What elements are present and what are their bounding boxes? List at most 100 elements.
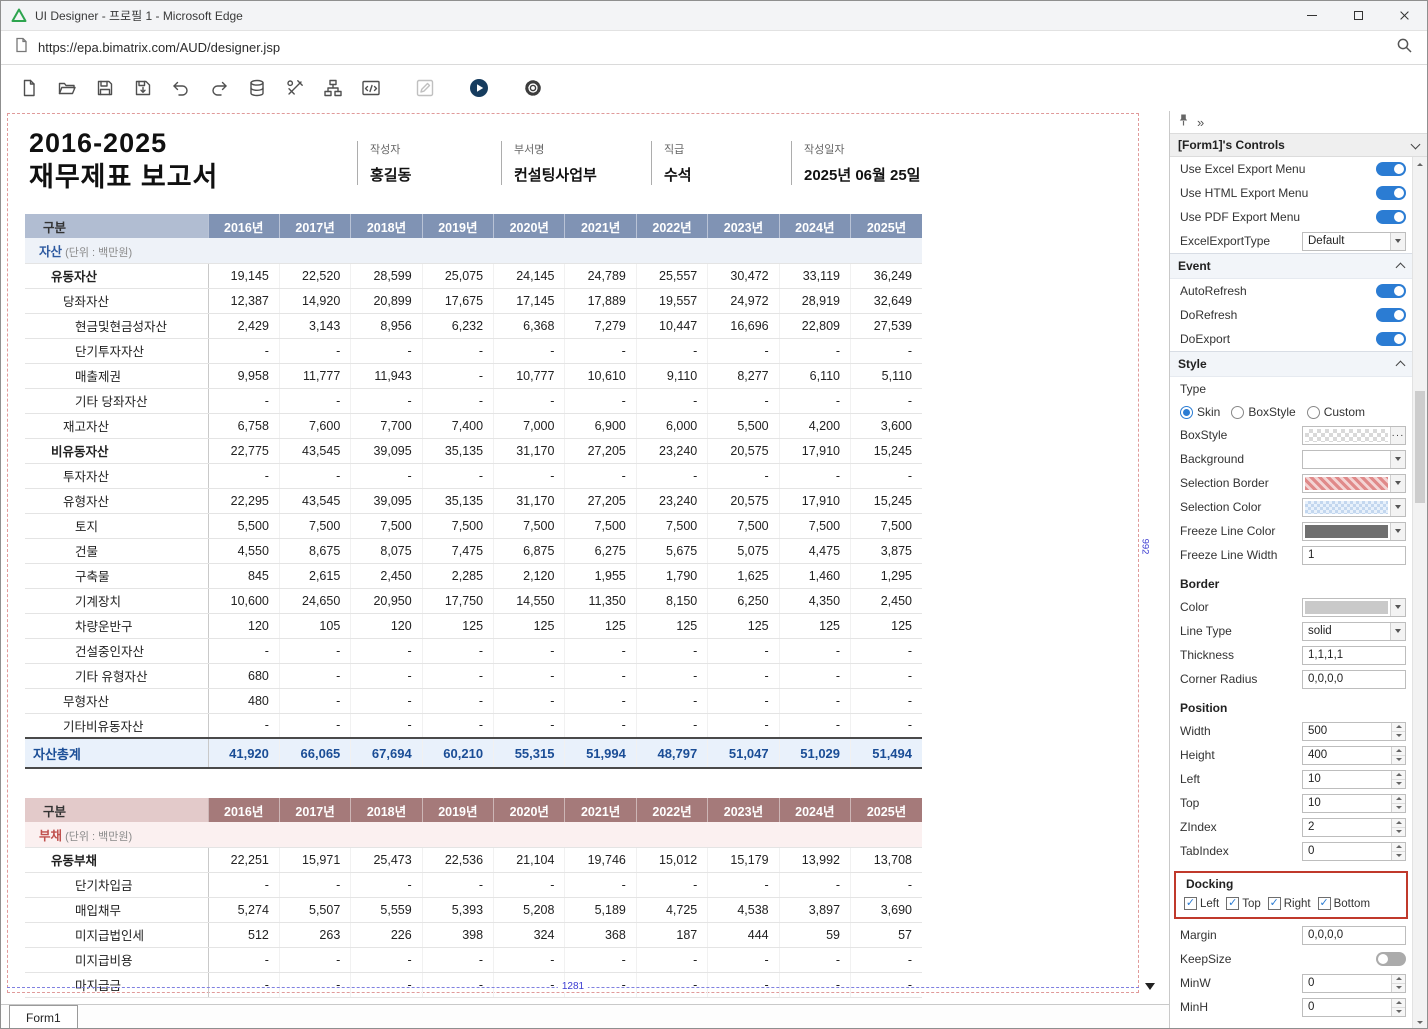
width-spin-up-button[interactable] — [1392, 723, 1405, 732]
asset-table[interactable]: 구분2016년2017년2018년2019년2020년2021년2022년202… — [25, 214, 922, 769]
tabindex-spin-down-button[interactable] — [1392, 852, 1405, 860]
undo-button[interactable] — [169, 76, 193, 100]
selection-color-color-picker[interactable] — [1302, 498, 1406, 517]
new-file-button[interactable] — [17, 76, 41, 100]
cell-value: 43,545 — [279, 438, 350, 463]
left-spin-down-button[interactable] — [1392, 780, 1405, 788]
edit-button[interactable] — [413, 76, 437, 100]
maximize-button[interactable] — [1335, 1, 1381, 30]
cell-value: 125 — [565, 613, 636, 638]
zindex-spinner[interactable]: 2 — [1302, 818, 1406, 837]
use-pdf-export-menu-toggle[interactable] — [1376, 210, 1406, 224]
boxstyle-style-picker[interactable]: ··· — [1302, 426, 1406, 445]
background-color-picker[interactable] — [1302, 450, 1406, 469]
custom-radio[interactable]: Custom — [1307, 405, 1365, 419]
controls-header[interactable]: [Form1]'s Controls — [1170, 133, 1427, 157]
tab-form1[interactable]: Form1 — [9, 1005, 78, 1029]
use-excel-export-menu-toggle[interactable] — [1376, 162, 1406, 176]
boxstyle-more-button[interactable]: ··· — [1390, 427, 1405, 444]
height-spinner[interactable]: 400 — [1302, 746, 1406, 765]
minimize-button[interactable] — [1289, 1, 1335, 30]
zindex-spin-down-button[interactable] — [1392, 828, 1405, 836]
code-editor-button[interactable] — [359, 76, 383, 100]
save-button[interactable] — [93, 76, 117, 100]
tabindex-spinner[interactable]: 0 — [1302, 842, 1406, 861]
minw-spin-up-button[interactable] — [1392, 975, 1405, 984]
run-button[interactable] — [467, 76, 491, 100]
autorefresh-toggle[interactable] — [1376, 284, 1406, 298]
selection-border-dropdown-button[interactable] — [1390, 475, 1405, 492]
top-spin-up-button[interactable] — [1392, 795, 1405, 804]
scroll-up-button[interactable] — [1413, 157, 1427, 172]
minw-spinner[interactable]: 0 — [1302, 974, 1406, 993]
height-spin-down-button[interactable] — [1392, 756, 1405, 764]
section-header-event[interactable]: Event — [1170, 253, 1412, 279]
freeze-line-color-color-picker[interactable] — [1302, 522, 1406, 541]
tabindex-spin-up-button[interactable] — [1392, 843, 1405, 852]
top-spin-down-button[interactable] — [1392, 804, 1405, 812]
tools-button[interactable] — [283, 76, 307, 100]
minh-spin-up-button[interactable] — [1392, 999, 1405, 1008]
corner-radius-input[interactable]: 0,0,0,0 — [1302, 670, 1406, 689]
collapse-panel-icon[interactable]: » — [1197, 115, 1204, 130]
keepsize-toggle[interactable] — [1376, 952, 1406, 966]
line-type-dropdown-button[interactable] — [1390, 623, 1405, 640]
use-html-export-menu-toggle[interactable] — [1376, 186, 1406, 200]
skin-radio[interactable]: Skin — [1180, 405, 1220, 419]
freeze-line-color-dropdown-button[interactable] — [1390, 523, 1405, 540]
width-spinner[interactable]: 500 — [1302, 722, 1406, 741]
minh-spinner[interactable]: 0 — [1302, 998, 1406, 1017]
thickness-input[interactable]: 1,1,1,1 — [1302, 646, 1406, 665]
search-icon[interactable] — [1396, 37, 1413, 59]
save-as-button[interactable] — [131, 76, 155, 100]
url-text[interactable]: https://epa.bimatrix.com/AUD/designer.js… — [38, 40, 1386, 55]
cell-value: 3,143 — [279, 313, 350, 338]
scroll-thumb[interactable] — [1415, 391, 1425, 503]
open-folder-button[interactable] — [55, 76, 79, 100]
margin-input[interactable]: 0,0,0,0 — [1302, 926, 1406, 945]
minh-spin-down-button[interactable] — [1392, 1008, 1405, 1016]
excelexporttype-select[interactable]: Default — [1302, 232, 1406, 251]
data-layers-button[interactable] — [245, 76, 269, 100]
chevron-up-icon — [1396, 263, 1406, 273]
settings-button[interactable] — [521, 76, 545, 100]
line-type-select[interactable]: solid — [1302, 622, 1406, 641]
color-dropdown-button[interactable] — [1390, 599, 1405, 616]
cell-value: 32,649 — [851, 288, 922, 313]
panel-scrollbar[interactable] — [1412, 157, 1427, 1029]
top-spinner[interactable]: 10 — [1302, 794, 1406, 813]
left-spinner[interactable]: 10 — [1302, 770, 1406, 789]
left-checkbox[interactable]: ✓Left — [1184, 897, 1219, 910]
top-checkbox[interactable]: ✓Top — [1226, 897, 1261, 910]
height-spin-up-button[interactable] — [1392, 747, 1405, 756]
minw-spin-down-button[interactable] — [1392, 984, 1405, 992]
cell-value: - — [494, 713, 565, 738]
liability-table[interactable]: 구분2016년2017년2018년2019년2020년2021년2022년202… — [25, 798, 922, 998]
close-button[interactable] — [1381, 1, 1427, 30]
sitemap-button[interactable] — [321, 76, 345, 100]
color-color-picker[interactable] — [1302, 598, 1406, 617]
cell-value: 6,110 — [779, 363, 850, 388]
redo-button[interactable] — [207, 76, 231, 100]
cell-value: 27,205 — [565, 438, 636, 463]
excelexporttype-dropdown-button[interactable] — [1390, 233, 1405, 250]
right-checkbox[interactable]: ✓Right — [1268, 897, 1311, 910]
design-canvas[interactable]: 2016-2025 재무제표 보고서 작성자 홍길동 부서명 컨설팅사업부 직급… — [1, 111, 1169, 1004]
bottom-checkbox[interactable]: ✓Bottom — [1318, 897, 1370, 910]
scroll-indicator-icon[interactable] — [1145, 983, 1155, 990]
freeze-line-width-input[interactable]: 1 — [1302, 546, 1406, 565]
doexport-toggle[interactable] — [1376, 332, 1406, 346]
selection-color-dropdown-button[interactable] — [1390, 499, 1405, 516]
boxstyle-radio[interactable]: BoxStyle — [1231, 405, 1295, 419]
pin-icon[interactable] — [1178, 113, 1189, 132]
section-header-style[interactable]: Style — [1170, 351, 1412, 377]
background-dropdown-button[interactable] — [1390, 451, 1405, 468]
scroll-down-button[interactable] — [1413, 1015, 1427, 1029]
left-spin-up-button[interactable] — [1392, 771, 1405, 780]
width-spin-down-button[interactable] — [1392, 732, 1405, 740]
cell-value: - — [708, 338, 779, 363]
section-title: Style — [1178, 357, 1207, 371]
selection-border-color-picker[interactable] — [1302, 474, 1406, 493]
zindex-spin-up-button[interactable] — [1392, 819, 1405, 828]
dorefresh-toggle[interactable] — [1376, 308, 1406, 322]
